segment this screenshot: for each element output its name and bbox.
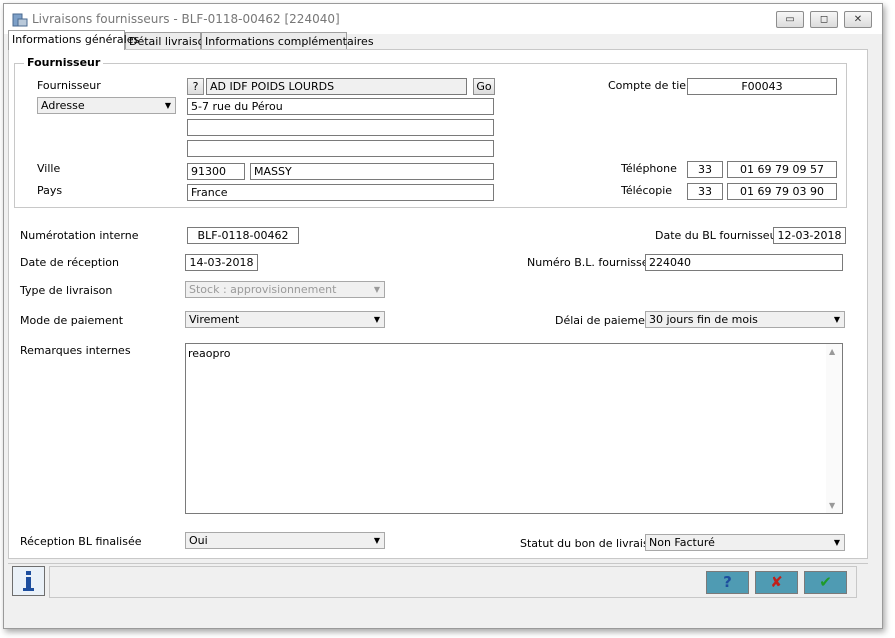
supplier-bl-date-field[interactable]: 12-03-2018 xyxy=(773,227,846,244)
reception-finalized-value: Oui xyxy=(189,534,208,547)
city-field[interactable]: MASSY xyxy=(250,163,494,180)
date-bl-label: Date du BL fournisseur xyxy=(655,229,782,242)
chevron-down-icon: ▼ xyxy=(833,538,840,547)
telecopie-label: Télécopie xyxy=(621,184,673,197)
numerotation-label: Numérotation interne xyxy=(20,229,139,242)
supplier-lookup-button[interactable]: ? xyxy=(187,78,204,95)
compte-tiers-label: Compte de tiers xyxy=(608,79,697,92)
maximize-button[interactable]: ◻ xyxy=(810,11,838,28)
title-bar: Livraisons fournisseurs - BLF-0118-00462… xyxy=(4,4,882,34)
supplier-group-title: Fournisseur xyxy=(24,56,104,69)
chevron-down-icon: ▼ xyxy=(833,315,840,324)
ville-label: Ville xyxy=(37,162,61,175)
pays-label: Pays xyxy=(37,184,63,197)
delivery-status-value: Non Facturé xyxy=(649,536,715,549)
reception-date-field[interactable]: 14-03-2018 xyxy=(185,254,258,271)
payment-terms-select[interactable]: 30 jours fin de mois ▼ xyxy=(645,311,845,328)
scroll-up-icon[interactable]: ▲ xyxy=(829,347,835,356)
close-button[interactable]: ✕ xyxy=(844,11,872,28)
delai-paiement-label: Délai de paiement xyxy=(555,314,657,327)
minimize-button[interactable]: ▭ xyxy=(776,11,804,28)
statut-label: Statut du bon de livraison xyxy=(520,537,663,550)
info-icon xyxy=(23,571,34,591)
address-line3-field[interactable] xyxy=(187,140,494,157)
delivery-type-value: Stock : approvisionnement xyxy=(189,283,337,296)
delivery-status-select[interactable]: Non Facturé ▼ xyxy=(645,534,845,551)
address-line2-field[interactable] xyxy=(187,119,494,136)
mode-paiement-label: Mode de paiement xyxy=(20,314,124,327)
supplier-bl-number-field[interactable]: 224040 xyxy=(645,254,843,271)
telephone-label: Téléphone xyxy=(621,162,677,175)
scroll-down-icon[interactable]: ▼ xyxy=(829,501,835,510)
remarques-label: Remarques internes xyxy=(20,344,131,357)
payment-method-value: Virement xyxy=(189,313,240,326)
address-line1-field[interactable]: 5-7 rue du Pérou xyxy=(187,98,494,115)
tab-informations-complementaires[interactable]: Informations complémentaires xyxy=(201,32,374,50)
country-field[interactable]: France xyxy=(187,184,494,201)
internal-remarks-text: reaopro xyxy=(188,347,231,360)
chevron-down-icon: ▼ xyxy=(164,101,171,110)
phone-field[interactable]: 01 69 79 09 57 xyxy=(727,161,837,178)
chevron-down-icon: ▼ xyxy=(373,315,380,324)
info-button[interactable] xyxy=(12,566,45,596)
payment-terms-value: 30 jours fin de mois xyxy=(649,313,758,326)
app-icon xyxy=(12,13,28,27)
reception-finalisee-label: Réception BL finalisée xyxy=(20,535,142,548)
go-button[interactable]: Go xyxy=(473,78,495,95)
third-party-account-field[interactable]: F00043 xyxy=(687,78,837,95)
tab-informations-generales[interactable]: Informations générales xyxy=(8,30,139,50)
help-button[interactable]: ? xyxy=(706,571,749,594)
reception-finalized-select[interactable]: Oui ▼ xyxy=(185,532,385,549)
address-type-value: Adresse xyxy=(41,99,85,112)
date-reception-label: Date de réception xyxy=(20,256,119,269)
cancel-button[interactable]: ✘ xyxy=(755,571,798,594)
chevron-down-icon: ▼ xyxy=(373,285,380,294)
type-livraison-label: Type de livraison xyxy=(20,284,113,297)
remarks-scrollbar[interactable]: ▲ ▼ xyxy=(826,344,842,513)
postal-code-field[interactable]: 91300 xyxy=(187,163,245,180)
delivery-type-select[interactable]: Stock : approvisionnement ▼ xyxy=(185,281,385,298)
window-title: Livraisons fournisseurs - BLF-0118-00462… xyxy=(32,12,340,26)
internal-remarks-textarea[interactable]: reaopro ▲ ▼ xyxy=(185,343,843,514)
internal-number-field[interactable]: BLF-0118-00462 xyxy=(187,227,299,244)
address-type-select[interactable]: Adresse ▼ xyxy=(37,97,176,114)
fax-prefix-field[interactable]: 33 xyxy=(687,183,723,200)
numero-bl-label: Numéro B.L. fournisseur xyxy=(527,256,661,269)
fax-field[interactable]: 01 69 79 03 90 xyxy=(727,183,837,200)
ok-button[interactable]: ✔ xyxy=(804,571,847,594)
phone-prefix-field[interactable]: 33 xyxy=(687,161,723,178)
chevron-down-icon: ▼ xyxy=(373,536,380,545)
fournisseur-label: Fournisseur xyxy=(37,79,101,92)
payment-method-select[interactable]: Virement ▼ xyxy=(185,311,385,328)
supplier-name-field[interactable]: AD IDF POIDS LOURDS xyxy=(206,78,467,95)
